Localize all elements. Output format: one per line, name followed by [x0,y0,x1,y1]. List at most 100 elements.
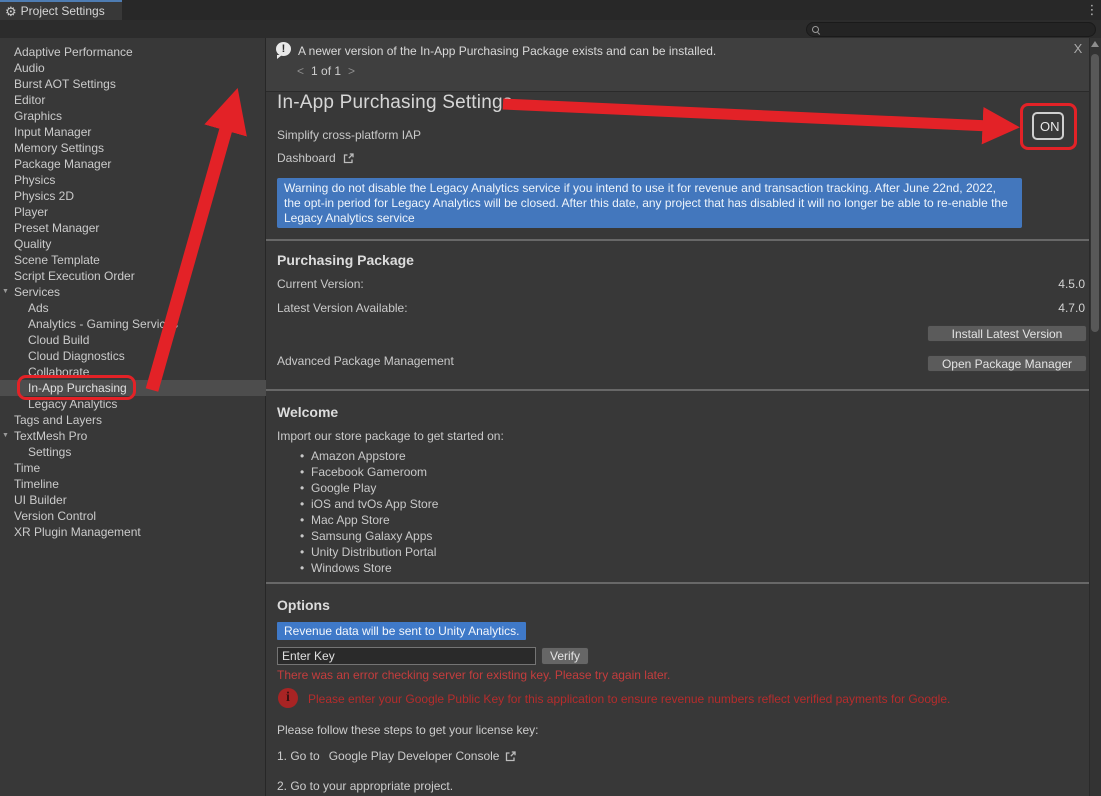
store-list-item: •Unity Distribution Portal [300,544,438,560]
sidebar-item-adaptive-performance[interactable]: Adaptive Performance [0,44,266,60]
latest-version-label: Latest Version Available: [277,301,408,315]
store-list-item: •Windows Store [300,560,438,576]
sidebar-item-input-manager[interactable]: Input Manager [0,124,266,140]
pager-next-icon[interactable]: > [348,64,355,78]
sidebar-item-tags-and-layers[interactable]: Tags and Layers [0,412,266,428]
sidebar-item-memory-settings[interactable]: Memory Settings [0,140,266,156]
sidebar-item-graphics[interactable]: Graphics [0,108,266,124]
sidebar-item-label: Scene Template [14,253,100,267]
title-bar [0,0,1101,20]
sidebar-item-label: Memory Settings [14,141,104,155]
install-latest-version-button[interactable]: Install Latest Version [927,325,1087,342]
purchasing-package-title: Purchasing Package [277,252,414,268]
dashboard-link[interactable]: Dashboard [277,151,355,165]
sidebar-item-version-control[interactable]: Version Control [0,508,266,524]
pager-prev-icon[interactable]: < [297,64,304,78]
server-error-message: There was an error checking server for e… [277,668,670,682]
iap-toggle-on-button[interactable]: ON [1032,112,1064,140]
options-title: Options [277,597,330,613]
sidebar-item-scene-template[interactable]: Scene Template [0,252,266,268]
bullet-icon: • [300,464,311,480]
google-key-warning: Please enter your Google Public Key for … [308,692,950,706]
external-link-icon [504,750,517,763]
sidebar-item-cloud-diagnostics[interactable]: Cloud Diagnostics [0,348,266,364]
open-package-manager-button[interactable]: Open Package Manager [927,355,1087,372]
sidebar-item-textmesh-pro[interactable]: ▼ TextMesh Pro [0,428,266,444]
store-list-item: •Amazon Appstore [300,448,438,464]
sidebar-item-timeline[interactable]: Timeline [0,476,266,492]
store-name: iOS and tvOs App Store [311,497,438,511]
sidebar-item-services[interactable]: ▼Services [0,284,266,300]
store-name: Amazon Appstore [311,449,406,463]
section-divider [266,582,1101,584]
sidebar-item-label: Time [14,461,40,475]
sidebar-item-label: Player [14,205,48,219]
sidebar-item-collaborate[interactable]: Collaborate [0,364,266,380]
sidebar-item-label: UI Builder [14,493,67,507]
sidebar-item-label: Analytics - Gaming Services [28,317,178,331]
sidebar-item-label: Preset Manager [14,221,99,235]
bullet-icon: • [300,448,311,464]
sidebar-item-physics-2d[interactable]: Physics 2D [0,188,266,204]
sidebar-item-time[interactable]: Time [0,460,266,476]
google-play-console-link[interactable]: Google Play Developer Console [329,749,500,763]
page-title: In-App Purchasing Settings [277,92,512,114]
sidebar-item-audio[interactable]: Audio [0,60,266,76]
dashboard-link-label: Dashboard [277,151,336,165]
bullet-icon: • [300,512,311,528]
sidebar-item-label: Burst AOT Settings [14,77,116,91]
kebab-menu-icon[interactable]: ⋮ [1084,1,1100,19]
section-divider [266,389,1101,391]
sidebar-item-burst-aot-settings[interactable]: Burst AOT Settings [0,76,266,92]
tab-project-settings[interactable]: ⚙ Project Settings [0,0,122,20]
step-2: 2. Go to your appropriate project. [277,779,453,793]
scrollbar-thumb[interactable] [1091,54,1099,332]
sidebar-item-label: Timeline [14,477,59,491]
bullet-icon: • [300,480,311,496]
search-box[interactable] [806,22,1096,37]
sidebar-item-label: Collaborate [28,365,89,379]
sidebar-item-in-app-purchasing[interactable]: In-App Purchasing [0,380,266,396]
sidebar-item-package-manager[interactable]: Package Manager [0,156,266,172]
sidebar-item-analytics-gaming-services[interactable]: Analytics - Gaming Services [0,316,266,332]
sidebar-item-player[interactable]: Player [0,204,266,220]
store-name: Google Play [311,481,376,495]
sidebar-item-label: Cloud Build [28,333,89,347]
sidebar-item-label: Script Execution Order [14,269,135,283]
sidebar-item-label: Cloud Diagnostics [28,349,125,363]
sidebar-item-label: TextMesh Pro [14,429,87,443]
sidebar-item-cloud-build[interactable]: Cloud Build [0,332,266,348]
store-list: •Amazon Appstore•Facebook Gameroom•Googl… [300,448,438,576]
alert-bubble-icon: ! [276,42,291,56]
pager-label: 1 of 1 [311,64,341,78]
close-icon[interactable]: X [1070,41,1086,57]
bullet-icon: • [300,544,311,560]
chevron-down-icon[interactable]: ▼ [2,284,9,300]
sidebar-item-quality[interactable]: Quality [0,236,266,252]
welcome-intro: Import our store package to get started … [277,429,504,443]
scroll-up-icon[interactable] [1091,41,1099,47]
chevron-down-icon[interactable]: ▼ [2,428,9,444]
verify-button[interactable]: Verify [541,647,589,665]
sidebar-item-label: Tags and Layers [14,413,102,427]
section-divider [266,239,1101,241]
bullet-icon: • [300,560,311,576]
sidebar-item-editor[interactable]: Editor [0,92,266,108]
sidebar-item-label: XR Plugin Management [14,525,141,539]
sidebar-list: Adaptive PerformanceAudioBurst AOT Setti… [0,44,266,540]
search-input[interactable] [820,24,1090,36]
license-key-input[interactable] [277,647,536,665]
sidebar-item-label: Editor [14,93,45,107]
sidebar-item-label: Settings [28,445,71,459]
sidebar-item-settings[interactable]: Settings [0,444,266,460]
sidebar-item-ads[interactable]: Ads [0,300,266,316]
sidebar-item-script-execution-order[interactable]: Script Execution Order [0,268,266,284]
step-1: 1. Go to Google Play Developer Console [277,749,517,763]
store-list-item: •Samsung Galaxy Apps [300,528,438,544]
sidebar-item-legacy-analytics[interactable]: Legacy Analytics [0,396,266,412]
sidebar-item-ui-builder[interactable]: UI Builder [0,492,266,508]
sidebar-item-label: Package Manager [14,157,111,171]
sidebar-item-preset-manager[interactable]: Preset Manager [0,220,266,236]
sidebar-item-physics[interactable]: Physics [0,172,266,188]
sidebar-item-xr-plugin-management[interactable]: XR Plugin Management [0,524,266,540]
